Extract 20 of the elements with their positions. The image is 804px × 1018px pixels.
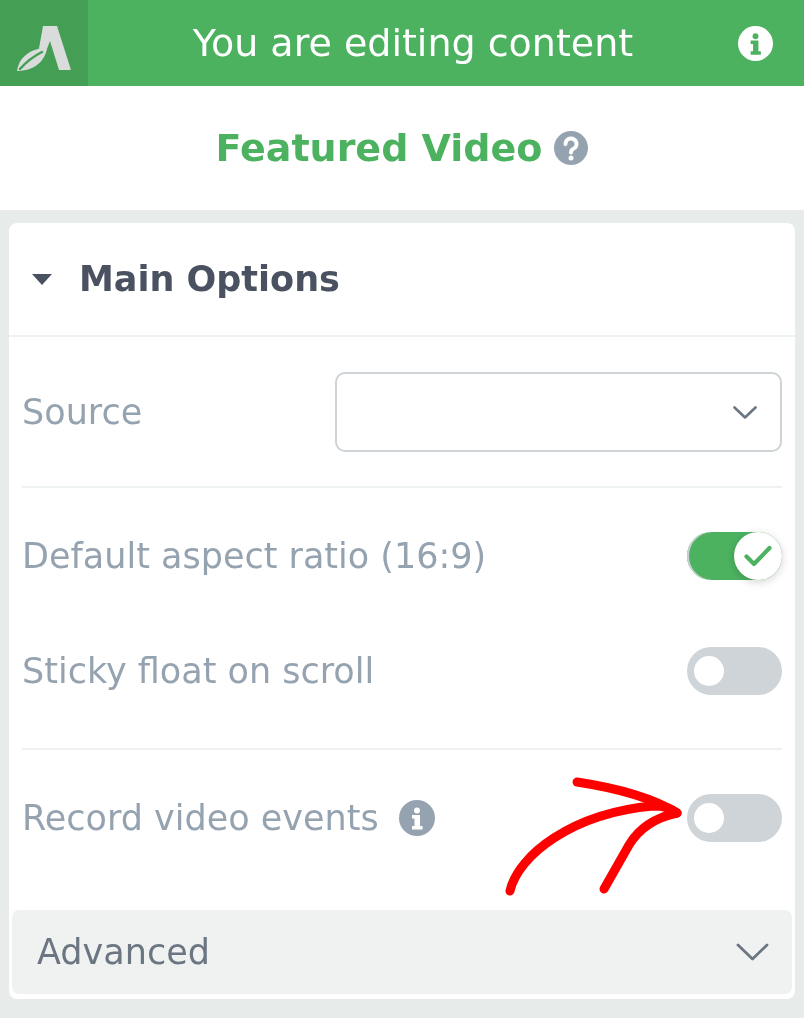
- logo-icon[interactable]: [0, 0, 88, 86]
- field-label: Source: [22, 391, 143, 433]
- field-label: Record video events: [22, 797, 379, 839]
- widget-title: Featured Video: [215, 125, 543, 171]
- chevron-down-icon: [736, 943, 769, 961]
- info-icon[interactable]: [398, 800, 435, 836]
- triangle-down-icon: [32, 273, 52, 285]
- help-icon[interactable]: [554, 131, 589, 165]
- toggle-switch[interactable]: [687, 794, 782, 842]
- chevron-down-icon: [733, 405, 757, 419]
- check-icon: [744, 545, 772, 567]
- editing-status-title: You are editing content: [191, 20, 635, 66]
- toggle-switch[interactable]: [687, 647, 782, 695]
- section-header[interactable]: Main Options: [9, 223, 795, 337]
- select-field[interactable]: [335, 372, 782, 452]
- info-icon[interactable]: [738, 25, 773, 61]
- field-label: Default aspect ratio (16:9): [22, 535, 487, 577]
- field-label: Sticky float on scroll: [22, 650, 375, 692]
- collapsed-section-header[interactable]: Advanced: [12, 910, 792, 994]
- toggle-switch[interactable]: [687, 532, 782, 580]
